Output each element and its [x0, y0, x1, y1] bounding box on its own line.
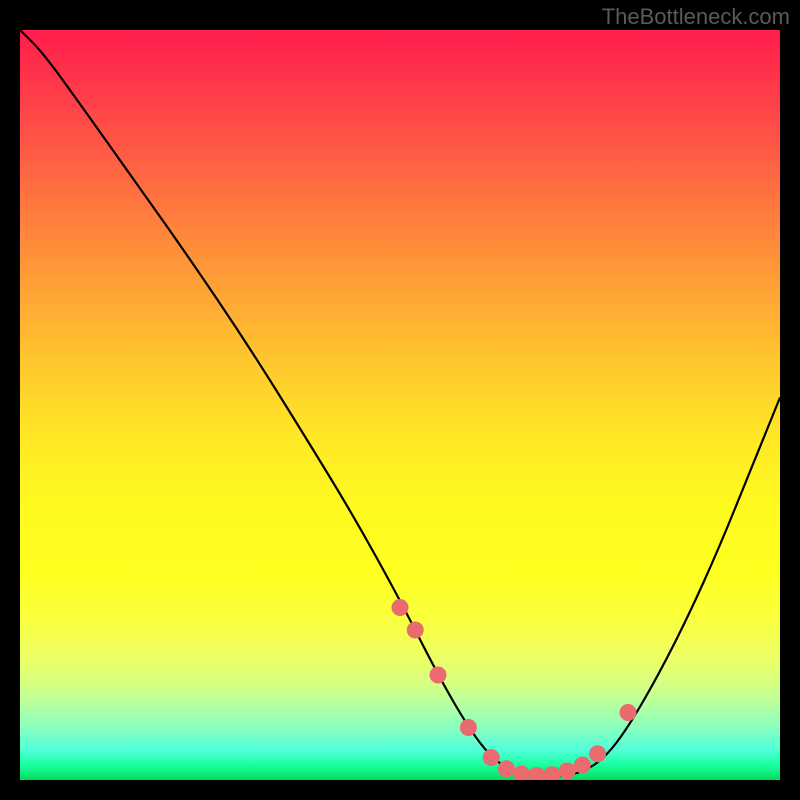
data-marker: [498, 760, 515, 777]
data-marker: [528, 767, 545, 780]
data-marker: [544, 766, 561, 780]
chart-svg: [20, 30, 780, 780]
data-marker: [407, 622, 424, 639]
attribution-text: TheBottleneck.com: [602, 4, 790, 30]
data-marker: [620, 704, 637, 721]
bottleneck-curve-line: [20, 30, 780, 776]
chart-plot-area: [20, 30, 780, 780]
marker-group: [392, 599, 637, 780]
data-marker: [589, 745, 606, 762]
data-marker: [574, 757, 591, 774]
data-marker: [483, 749, 500, 766]
data-marker: [430, 667, 447, 684]
data-marker: [559, 763, 576, 780]
data-marker: [513, 766, 530, 781]
data-marker: [460, 719, 477, 736]
data-marker: [392, 599, 409, 616]
